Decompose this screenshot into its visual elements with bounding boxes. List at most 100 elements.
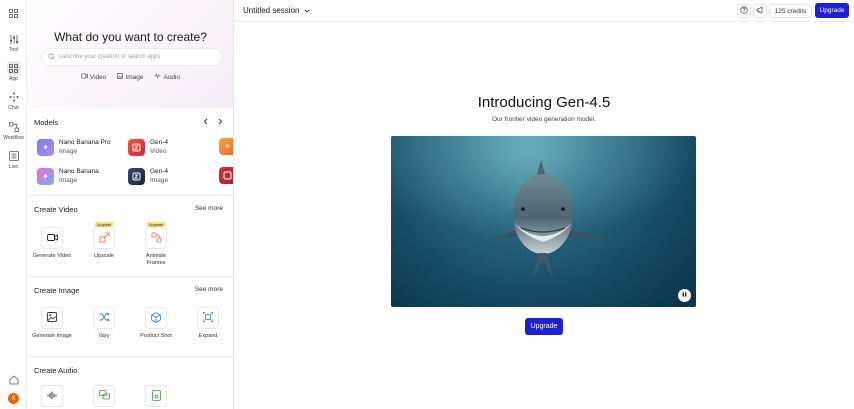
cube-icon: [151, 311, 161, 325]
model-name: Gen-4: [150, 168, 169, 175]
model-name: Nano Banana Pro: [59, 139, 111, 146]
upgrade-button-top[interactable]: Upgrade: [815, 3, 849, 18]
nano-banana-logo-icon: ✦: [37, 167, 54, 185]
chip-video[interactable]: Video: [78, 71, 110, 83]
chevron-left-icon[interactable]: [203, 118, 209, 127]
help-icon: [740, 6, 748, 16]
rail-sidebar-toggle[interactable]: [0, 6, 27, 20]
tool-label: Product Shot: [140, 333, 172, 339]
home-icon: [7, 373, 21, 387]
tool-expand[interactable]: Expand: [188, 307, 228, 340]
rail-item-app[interactable]: App: [0, 61, 27, 82]
rail-label-app: App: [9, 76, 18, 82]
tool-audio-3[interactable]: [136, 385, 176, 407]
upgrade-badge: Upgrade: [94, 222, 114, 227]
rail-label-workflow: Workflow: [3, 135, 24, 141]
waveform-icon: [47, 391, 58, 402]
tool-box: [41, 385, 63, 407]
rail-item-live[interactable]: Live: [0, 149, 27, 170]
hero-section: What do you want to create? Video Image …: [27, 0, 233, 108]
hero-title: What do you want to create?: [54, 30, 207, 44]
avatar[interactable]: X: [8, 393, 19, 404]
audio-icon: [154, 73, 161, 81]
rail-item-workflow[interactable]: Workflow: [0, 120, 27, 141]
image-icon: [117, 73, 124, 81]
model-name: Nano Banana: [59, 168, 99, 175]
rail-label-chat: Chat: [8, 105, 19, 111]
rail-label-tool: Tool: [8, 47, 19, 53]
upgrade-button-main[interactable]: Upgrade: [525, 318, 563, 335]
tool-box: [41, 227, 63, 249]
create-video-see-more[interactable]: See more: [195, 205, 223, 212]
tool-box: Upgrade: [93, 222, 115, 249]
model-card-partial[interactable]: [219, 167, 233, 184]
divider: [27, 276, 233, 277]
divider: [27, 356, 233, 357]
chevron-right-icon[interactable]: [217, 118, 223, 127]
model-type: Image: [59, 148, 78, 155]
search-icon: [48, 52, 55, 62]
create-video-title: Create Video: [34, 205, 78, 214]
rail-item-tool[interactable]: Tool: [0, 32, 27, 53]
sidebar-toggle-icon: [7, 6, 21, 20]
pause-icon: [682, 292, 687, 299]
tool-label: Generate Video: [32, 253, 72, 259]
model-card-gen4-image[interactable]: Gen-4 Image: [128, 167, 168, 185]
model-card-nano-banana-pro[interactable]: ✦ Nano Banana Pro Image: [37, 138, 111, 156]
upscale-icon: [99, 232, 110, 245]
model-type: Image: [150, 177, 169, 184]
credits-label: 125 credits: [774, 7, 807, 15]
apps-panel: What do you want to create? Video Image …: [27, 0, 234, 409]
promo-title: Introducing Gen-4.5: [477, 94, 611, 111]
model-card-nano-banana[interactable]: ✦ Nano Banana Image: [37, 167, 99, 185]
tool-box: [145, 385, 167, 407]
promo-video[interactable]: [391, 136, 696, 307]
tool-audio-2[interactable]: [84, 385, 124, 407]
model-type: Video: [150, 148, 167, 155]
promo-subtitle: Our frontier video generation model.: [491, 116, 597, 123]
runway-logo-icon: [219, 167, 233, 184]
megaphone-icon: [756, 6, 764, 16]
tool-animate-frames[interactable]: Upgrade Animate Frames: [136, 222, 176, 267]
tool-label: Expand: [198, 333, 218, 339]
model-card-gen4-video[interactable]: Gen-4 Video: [128, 138, 168, 156]
search-input[interactable]: [59, 54, 219, 60]
shuffle-icon: [99, 312, 110, 324]
tool-generate-image[interactable]: Generate Image: [32, 307, 72, 340]
create-image-see-more[interactable]: See more: [195, 286, 223, 293]
chip-audio[interactable]: Audio: [151, 71, 183, 83]
search-bar[interactable]: [41, 48, 222, 66]
chip-image[interactable]: Image: [114, 71, 146, 83]
workflow-icon: [7, 120, 21, 134]
tool-box: [93, 385, 115, 407]
tool-upscale[interactable]: Upgrade Upscale: [84, 222, 124, 260]
model-logo-icon: ✦: [219, 138, 233, 155]
credits-button[interactable]: 125 credits: [769, 4, 812, 18]
sliders-icon: [7, 32, 21, 46]
session-selector[interactable]: Untitled session: [243, 6, 311, 15]
tool-box: [197, 307, 219, 329]
left-rail: Tool App Chat Workflow Live X: [0, 0, 27, 409]
pause-button[interactable]: [678, 289, 691, 302]
tool-box: [145, 307, 167, 329]
tool-vary[interactable]: Vary: [84, 307, 124, 340]
help-button[interactable]: [737, 4, 751, 18]
model-card-partial[interactable]: ✦: [219, 138, 233, 155]
video-camera-icon: [46, 233, 58, 244]
tool-label: Vary: [98, 333, 110, 339]
nano-banana-logo-icon: ✦: [37, 138, 54, 156]
rail-label-live: Live: [8, 164, 19, 170]
models-pager: [203, 118, 223, 127]
rail-home-button[interactable]: [0, 373, 27, 387]
announcements-button[interactable]: [753, 4, 767, 18]
tool-product-shot[interactable]: Product Shot: [136, 307, 176, 340]
tool-generate-video[interactable]: Generate Video: [32, 227, 72, 260]
animate-frames-icon: [151, 232, 162, 245]
create-image-title: Create Image: [34, 286, 80, 295]
tool-audio-1[interactable]: [32, 385, 72, 407]
image-icon: [47, 312, 57, 324]
rail-item-chat[interactable]: Chat: [0, 90, 27, 111]
model-type: Image: [59, 177, 78, 184]
tool-box: [41, 307, 63, 329]
chip-label: Image: [125, 73, 144, 81]
